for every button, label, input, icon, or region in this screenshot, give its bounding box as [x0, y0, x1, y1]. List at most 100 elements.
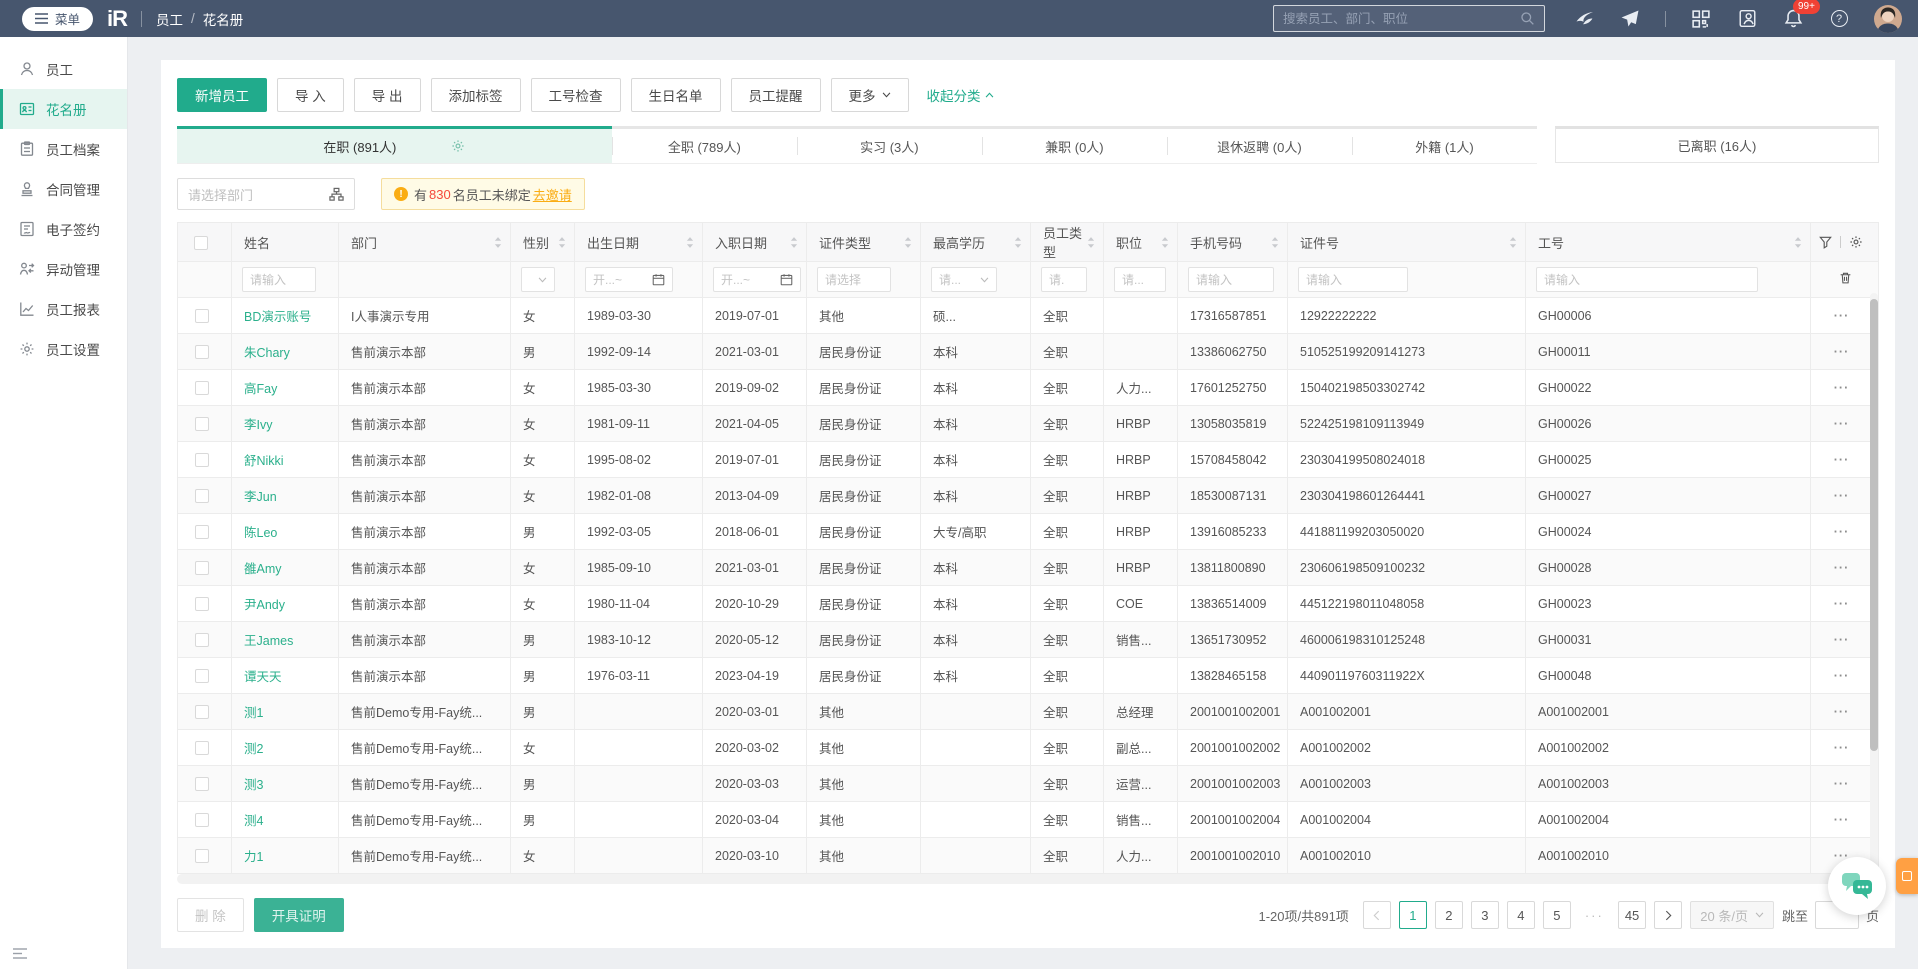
- row-actions-button[interactable]: ···: [1810, 657, 1879, 694]
- filter-select-gender[interactable]: [521, 267, 555, 292]
- row-checkbox[interactable]: [194, 308, 209, 323]
- tab-实习 (3人)[interactable]: 实习 (3人): [796, 126, 982, 163]
- row-checkbox[interactable]: [194, 452, 209, 467]
- tab-resigned[interactable]: 已离职 (16人): [1555, 126, 1879, 163]
- column-header-hire[interactable]: 入职日期: [702, 222, 807, 262]
- row-actions-button[interactable]: ···: [1810, 765, 1879, 802]
- column-header-edu[interactable]: 最高学历: [920, 222, 1031, 262]
- row-actions-button[interactable]: ···: [1810, 369, 1879, 406]
- filter-icon[interactable]: [1818, 236, 1832, 249]
- column-header-idtype[interactable]: 证件类型: [806, 222, 921, 262]
- tab-退休返聘 (0人)[interactable]: 退休返聘 (0人): [1166, 126, 1352, 163]
- row-actions-button[interactable]: ···: [1810, 513, 1879, 550]
- row-checkbox[interactable]: [194, 740, 209, 755]
- sidebar-item-异动管理[interactable]: 异动管理: [0, 249, 127, 289]
- page-button-3[interactable]: 3: [1470, 901, 1499, 929]
- column-header-dept[interactable]: 部门: [338, 222, 511, 262]
- trash-icon[interactable]: [1839, 271, 1852, 285]
- add-employee-button[interactable]: 新增员工: [177, 78, 267, 112]
- more-button[interactable]: 更多: [830, 78, 909, 112]
- search-input[interactable]: [1283, 11, 1512, 26]
- filter-input-position[interactable]: 请...: [1114, 267, 1166, 292]
- sidebar-item-合同管理[interactable]: 合同管理: [0, 169, 127, 209]
- cell-name[interactable]: 李Ivy: [231, 405, 339, 442]
- tab-全职 (789人)[interactable]: 全职 (789人): [611, 126, 797, 163]
- collapse-categories-link[interactable]: 收起分类: [927, 85, 994, 105]
- page-button-1[interactable]: 1: [1398, 901, 1427, 929]
- row-actions-button[interactable]: ···: [1810, 333, 1879, 370]
- app-logo[interactable]: iR: [107, 6, 128, 32]
- filter-input-idno[interactable]: 请输入: [1298, 267, 1408, 292]
- filter-daterange-birth[interactable]: 开...~: [585, 267, 673, 292]
- column-settings-gear-icon[interactable]: [1849, 235, 1863, 249]
- sidebar-item-员工报表[interactable]: 员工报表: [0, 289, 127, 329]
- sidebar-item-员工[interactable]: 员工: [0, 49, 127, 89]
- invite-link[interactable]: 去邀请: [533, 185, 572, 204]
- row-actions-button[interactable]: ···: [1810, 621, 1879, 658]
- cell-name[interactable]: 李Jun: [231, 477, 339, 514]
- cell-name[interactable]: 测4: [231, 801, 339, 838]
- row-actions-button[interactable]: ···: [1810, 693, 1879, 730]
- row-checkbox[interactable]: [194, 524, 209, 539]
- cell-name[interactable]: 高Fay: [231, 369, 339, 406]
- cell-name[interactable]: 测2: [231, 729, 339, 766]
- sidebar-item-花名册[interactable]: 花名册: [0, 89, 127, 129]
- row-actions-button[interactable]: ···: [1810, 801, 1879, 838]
- customer-service-button[interactable]: [1828, 857, 1886, 915]
- department-select[interactable]: 请选择部门: [177, 178, 355, 210]
- filter-input-idtype[interactable]: 请选择: [817, 267, 891, 292]
- contacts-icon[interactable]: [1736, 8, 1758, 30]
- row-checkbox[interactable]: [194, 416, 209, 431]
- cell-name[interactable]: 测1: [231, 693, 339, 730]
- side-widget-tab[interactable]: [1896, 858, 1918, 894]
- sidebar-item-电子签约[interactable]: 电子签约: [0, 209, 127, 249]
- sidebar-item-员工档案[interactable]: 员工档案: [0, 129, 127, 169]
- tab-在职 (891人)[interactable]: 在职 (891人): [177, 126, 612, 163]
- certificate-button[interactable]: 开具证明: [253, 898, 344, 932]
- wing-icon[interactable]: [1573, 8, 1595, 30]
- avatar[interactable]: [1874, 4, 1902, 33]
- qr-code-icon[interactable]: [1690, 8, 1712, 30]
- row-actions-button[interactable]: ···: [1810, 441, 1879, 478]
- row-checkbox[interactable]: [194, 776, 209, 791]
- paper-plane-icon[interactable]: [1619, 8, 1641, 30]
- page-button-5[interactable]: 5: [1542, 901, 1571, 929]
- cell-name[interactable]: 雒Amy: [231, 549, 339, 586]
- sidebar-collapse-icon[interactable]: [13, 948, 27, 959]
- page-size-select[interactable]: 20 条/页: [1690, 901, 1774, 929]
- row-actions-button[interactable]: ···: [1810, 405, 1879, 442]
- column-header-empno[interactable]: 工号: [1525, 222, 1811, 262]
- next-page-button[interactable]: [1654, 901, 1683, 929]
- row-checkbox[interactable]: [194, 812, 209, 827]
- help-icon[interactable]: ?: [1828, 8, 1850, 30]
- breadcrumb-section[interactable]: 员工: [156, 9, 183, 29]
- column-header-idno[interactable]: 证件号: [1287, 222, 1526, 262]
- row-checkbox[interactable]: [194, 560, 209, 575]
- cell-name[interactable]: 王James: [231, 621, 339, 658]
- prev-page-button[interactable]: [1362, 901, 1391, 929]
- row-checkbox[interactable]: [194, 344, 209, 359]
- column-header-type[interactable]: 员工类型: [1030, 222, 1104, 262]
- vertical-scrollbar[interactable]: [1870, 293, 1878, 873]
- cell-name[interactable]: 尹Andy: [231, 585, 339, 622]
- sidebar-item-员工设置[interactable]: 员工设置: [0, 329, 127, 369]
- row-checkbox[interactable]: [194, 704, 209, 719]
- filter-input-phone[interactable]: 请输入: [1188, 267, 1274, 292]
- cell-name[interactable]: 舒Nikki: [231, 441, 339, 478]
- row-actions-button[interactable]: ···: [1810, 477, 1879, 514]
- row-checkbox[interactable]: [194, 632, 209, 647]
- cell-name[interactable]: 谭天天: [231, 657, 339, 694]
- delete-button[interactable]: 删 除: [177, 898, 244, 932]
- row-checkbox[interactable]: [194, 596, 209, 611]
- toolbar-button-导出[interactable]: 导 出: [353, 78, 421, 112]
- menu-button[interactable]: 菜单: [22, 6, 94, 31]
- cell-name[interactable]: BD演示账号: [231, 297, 339, 334]
- column-header-phone[interactable]: 手机号码: [1177, 222, 1288, 262]
- row-actions-button[interactable]: ···: [1810, 297, 1879, 334]
- cell-name[interactable]: 力1: [231, 837, 339, 874]
- row-actions-button[interactable]: ···: [1810, 549, 1879, 586]
- row-checkbox[interactable]: [194, 668, 209, 683]
- filter-input-type[interactable]: 请.: [1041, 267, 1087, 292]
- filter-input-name[interactable]: 请输入: [242, 267, 316, 292]
- page-button-45[interactable]: 45: [1617, 901, 1647, 929]
